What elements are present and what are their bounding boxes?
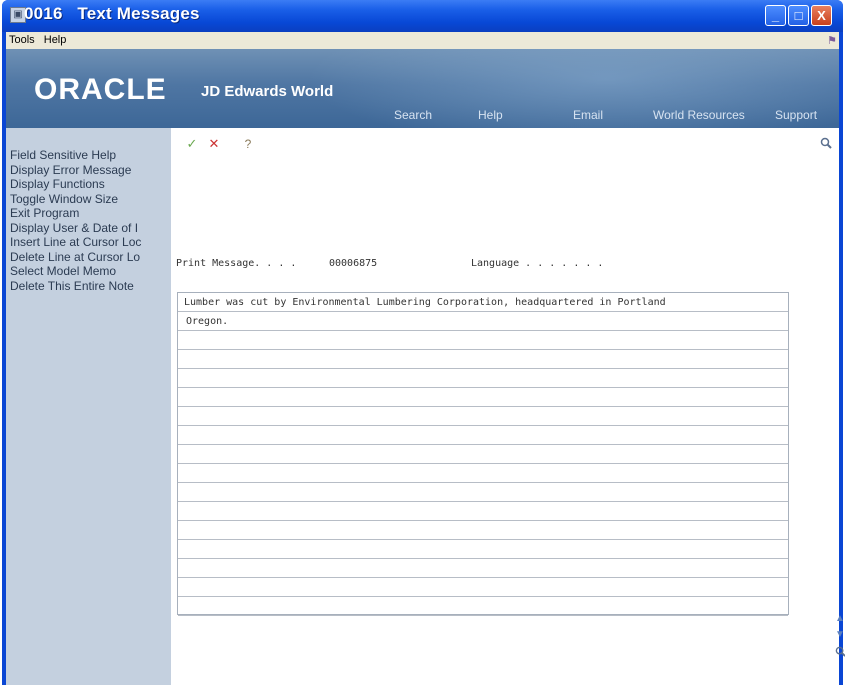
ok-check-icon[interactable]: ✓ — [185, 137, 199, 151]
oracle-logo: ORACLE — [34, 73, 167, 106]
search-icon[interactable] — [834, 646, 845, 658]
print-message-value: 00006875 — [329, 258, 378, 269]
magnifier-icon[interactable] — [819, 137, 833, 151]
scroll-up-icon[interactable]: ▲ — [834, 613, 845, 625]
note-line[interactable] — [178, 388, 788, 408]
note-line[interactable] — [178, 502, 788, 522]
note-line[interactable]: Oregon. — [178, 312, 788, 332]
note-line[interactable] — [178, 521, 788, 541]
note-line[interactable] — [178, 578, 788, 598]
help-question-icon[interactable]: ? — [241, 137, 255, 151]
language-label: Language . . . . . . . — [471, 258, 604, 269]
minimize-button[interactable]: _ — [765, 5, 786, 26]
app-window: ▣ 0016 Text Messages _ □ X Tools Help ⚑ … — [2, 0, 845, 685]
cancel-x-icon[interactable]: ✕ — [207, 137, 221, 151]
fn-display-error-message[interactable]: Display Error Message — [10, 163, 171, 178]
menu-tools[interactable]: Tools — [6, 34, 38, 46]
note-line[interactable] — [178, 369, 788, 389]
notes-grid: Lumber was cut by Environmental Lumberin… — [177, 292, 789, 617]
note-line[interactable] — [178, 464, 788, 484]
fn-field-sensitive-help[interactable]: Field Sensitive Help — [10, 148, 171, 163]
note-line[interactable] — [178, 350, 788, 370]
fn-display-user-date[interactable]: Display User & Date of I — [10, 221, 171, 236]
window-title: 0016 Text Messages — [24, 4, 200, 23]
nav-search[interactable]: Search — [394, 108, 432, 122]
nav-email[interactable]: Email — [573, 108, 603, 122]
note-line[interactable] — [178, 426, 788, 446]
windows-flag-icon: ⚑ — [827, 35, 837, 47]
note-line-text: Lumber was cut by Environmental Lumberin… — [184, 297, 666, 308]
note-line[interactable] — [178, 445, 788, 465]
note-line[interactable] — [178, 597, 788, 617]
product-name: JD Edwards World — [201, 83, 334, 100]
fn-display-functions[interactable]: Display Functions — [10, 177, 171, 192]
note-line[interactable] — [178, 559, 788, 579]
maximize-button[interactable]: □ — [788, 5, 809, 26]
title-bar[interactable]: ▣ 0016 Text Messages _ □ X — [2, 0, 843, 32]
menu-help[interactable]: Help — [41, 34, 70, 46]
nav-support[interactable]: Support — [775, 108, 817, 122]
fn-exit-program[interactable]: Exit Program — [10, 206, 171, 221]
note-line[interactable] — [178, 483, 788, 503]
main-content: ✓ ✕ ? Print Message. . . . 00006875 Lang… — [171, 128, 845, 685]
print-message-label: Print Message. . . . — [176, 258, 297, 269]
note-line[interactable] — [178, 540, 788, 560]
scroll-down-icon[interactable]: ▼ — [834, 629, 845, 641]
menu-bar: Tools Help ⚑ — [6, 32, 839, 49]
function-panel: Field Sensitive Help Display Error Messa… — [6, 128, 171, 685]
note-line[interactable]: Lumber was cut by Environmental Lumberin… — [178, 293, 788, 313]
fn-delete-line[interactable]: Delete Line at Cursor Lo — [10, 250, 171, 265]
fn-insert-line[interactable]: Insert Line at Cursor Loc — [10, 235, 171, 250]
nav-world-resources[interactable]: World Resources — [653, 108, 745, 122]
function-list: Field Sensitive Help Display Error Messa… — [10, 148, 171, 293]
note-line[interactable] — [178, 331, 788, 351]
close-button[interactable]: X — [811, 5, 832, 26]
fn-select-model-memo[interactable]: Select Model Memo — [10, 264, 171, 279]
note-line[interactable] — [178, 407, 788, 427]
oracle-banner: ORACLE JD Edwards World Search Help Emai… — [6, 49, 839, 128]
fn-delete-entire-note[interactable]: Delete This Entire Note — [10, 279, 171, 294]
fn-toggle-window-size[interactable]: Toggle Window Size — [10, 192, 171, 207]
note-line-text: Oregon. — [186, 316, 229, 327]
nav-help[interactable]: Help — [478, 108, 503, 122]
